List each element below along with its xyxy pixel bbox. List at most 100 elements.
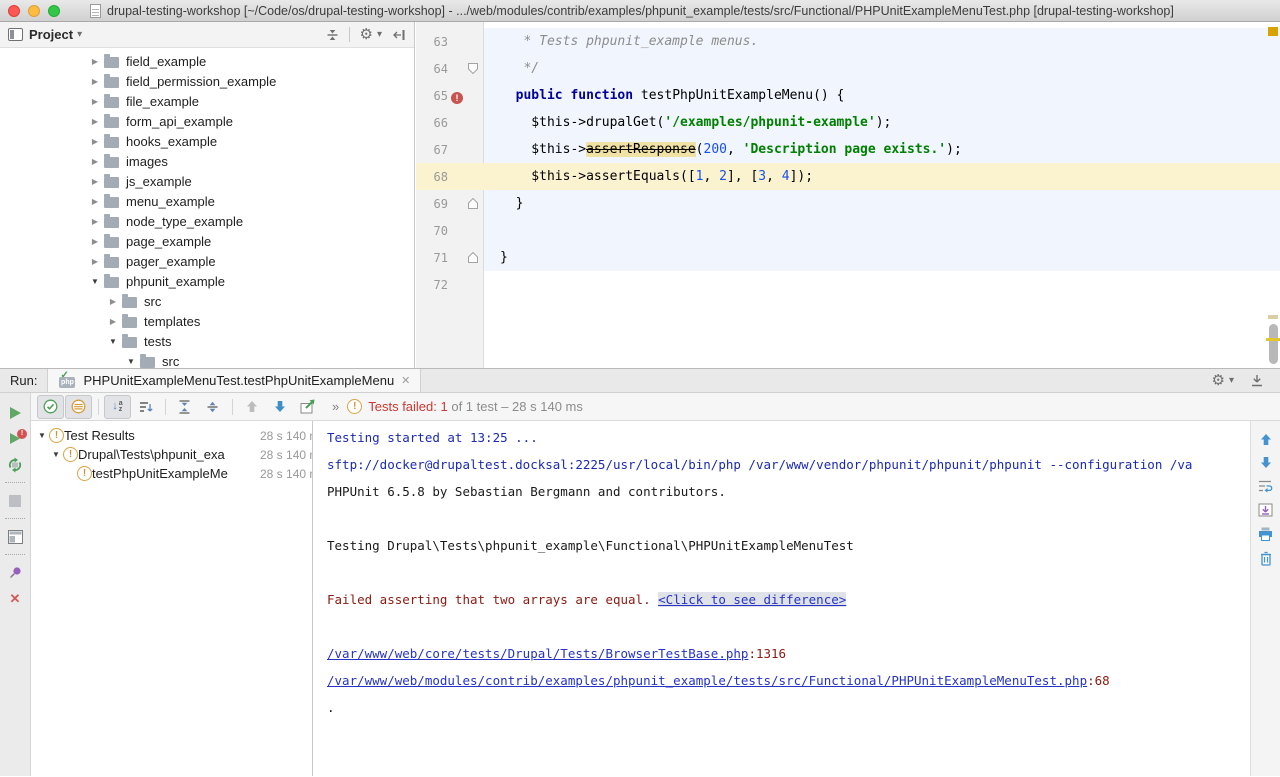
- editor-line[interactable]: 69 }: [416, 190, 1280, 217]
- close-window-button[interactable]: [8, 5, 20, 17]
- project-tree-item[interactable]: ▶node_type_example: [0, 211, 414, 231]
- chevron-down-icon[interactable]: ▼: [124, 357, 138, 366]
- scroll-up-icon[interactable]: [1259, 433, 1273, 446]
- chevron-right-icon[interactable]: ▶: [88, 257, 102, 266]
- project-tree-item[interactable]: ▶field_permission_example: [0, 71, 414, 91]
- project-tree-item[interactable]: ▼src: [0, 351, 414, 368]
- error-stripe-marker[interactable]: [1268, 315, 1278, 319]
- scrollbar-thumb[interactable]: [1269, 324, 1278, 364]
- project-tree-item[interactable]: ▼phpunit_example: [0, 271, 414, 291]
- editor-line[interactable]: 68 $this->assertEquals([1, 2], [3, 4]);: [416, 163, 1280, 190]
- editor-line[interactable]: 63 * Tests phpunit_example menus.: [416, 28, 1280, 55]
- chevron-right-icon[interactable]: ▶: [88, 97, 102, 106]
- see-difference-link[interactable]: <Click to see difference>: [658, 592, 846, 607]
- chevron-right-icon[interactable]: ▶: [88, 177, 102, 186]
- stop-button[interactable]: [4, 490, 26, 511]
- run-tab[interactable]: ✓ php PHPUnitExampleMenuTest.testPhpUnit…: [47, 369, 421, 392]
- editor-line[interactable]: 71}: [416, 244, 1280, 271]
- scroll-to-end-icon[interactable]: [1258, 503, 1273, 517]
- scroll-down-icon[interactable]: [1259, 456, 1273, 469]
- test-tree-label: testPhpUnitExampleMe: [92, 466, 228, 481]
- run-tab-label: PHPUnitExampleMenuTest.testPhpUnitExampl…: [83, 373, 394, 388]
- project-tree-item[interactable]: ▼tests: [0, 331, 414, 351]
- pin-tab-button[interactable]: [4, 562, 26, 583]
- error-stripe-warning-marker[interactable]: [1268, 27, 1278, 36]
- close-tab-icon[interactable]: ✕: [401, 374, 410, 387]
- chevron-right-icon[interactable]: ▶: [88, 237, 102, 246]
- collapse-all-button[interactable]: [199, 395, 226, 419]
- settings-gear-icon[interactable]: ⚙▾: [1212, 373, 1234, 388]
- chevron-down-icon[interactable]: ▾: [77, 29, 82, 40]
- rerun-failed-tests-button[interactable]: !: [4, 428, 26, 449]
- project-tree-item[interactable]: ▶src: [0, 291, 414, 311]
- chevron-right-icon[interactable]: ▶: [106, 297, 120, 306]
- test-tree-item[interactable]: ▼!Drupal\Tests\phpunit_exa28 s 140 ms: [31, 445, 312, 464]
- minimize-window-button[interactable]: [28, 5, 40, 17]
- console-text: :1316: [748, 646, 786, 661]
- collapse-all-icon[interactable]: [326, 28, 339, 42]
- editor-line[interactable]: 66 $this->drupalGet('/examples/phpunit-e…: [416, 109, 1280, 136]
- previous-failed-test-button[interactable]: [238, 395, 265, 419]
- toggle-auto-test-button[interactable]: [4, 454, 26, 475]
- chevron-right-icon[interactable]: ▶: [88, 157, 102, 166]
- editor-line[interactable]: 72: [416, 271, 1280, 298]
- restore-layout-button[interactable]: [4, 526, 26, 547]
- project-tree-item[interactable]: ▶form_api_example: [0, 111, 414, 131]
- soft-wrap-icon[interactable]: [1258, 479, 1273, 493]
- code-editor[interactable]: 63 * Tests phpunit_example menus.64 */65…: [416, 22, 1280, 368]
- settings-gear-icon[interactable]: ⚙▾: [360, 27, 382, 42]
- hide-panel-icon[interactable]: [392, 28, 406, 42]
- sort-alphabetically-button[interactable]: ↓ az: [104, 395, 131, 419]
- editor-line[interactable]: 67 $this->assertResponse(200, 'Descripti…: [416, 136, 1280, 163]
- test-tree-item[interactable]: !testPhpUnitExampleMe28 s 140 ms: [31, 464, 312, 483]
- chevron-right-icon[interactable]: ▶: [106, 317, 120, 326]
- project-tree-item[interactable]: ▶images: [0, 151, 414, 171]
- project-tree-item[interactable]: ▶field_example: [0, 51, 414, 71]
- editor-scrollbar[interactable]: [1266, 22, 1280, 368]
- expand-all-button[interactable]: [171, 395, 198, 419]
- zoom-window-button[interactable]: [48, 5, 60, 17]
- project-tree-item[interactable]: ▶page_example: [0, 231, 414, 251]
- project-tree-item[interactable]: ▶hooks_example: [0, 131, 414, 151]
- more-actions-icon[interactable]: »: [332, 399, 339, 414]
- print-icon[interactable]: [1258, 527, 1273, 541]
- console-output[interactable]: Testing started at 13:25 ...sftp://docke…: [313, 421, 1250, 776]
- project-tree-item[interactable]: ▶templates: [0, 311, 414, 331]
- test-tree-item[interactable]: ▼!Test Results28 s 140 ms: [31, 426, 312, 445]
- chevron-down-icon[interactable]: ▼: [49, 450, 63, 459]
- minimize-panel-icon[interactable]: [1250, 374, 1264, 388]
- next-failed-test-button[interactable]: [266, 395, 293, 419]
- chevron-right-icon[interactable]: ▶: [88, 137, 102, 146]
- show-ignored-button[interactable]: [65, 395, 92, 419]
- rerun-failed-test-icon[interactable]: !: [451, 92, 463, 104]
- console-file-link[interactable]: /var/www/web/modules/contrib/examples/ph…: [327, 673, 1087, 688]
- chevron-right-icon[interactable]: ▶: [88, 197, 102, 206]
- fold-marker-icon[interactable]: [468, 63, 478, 74]
- chevron-down-icon[interactable]: ▼: [35, 431, 49, 440]
- editor-line[interactable]: 64 */: [416, 55, 1280, 82]
- project-tree-item[interactable]: ▶file_example: [0, 91, 414, 111]
- close-panel-button[interactable]: ✕: [4, 588, 26, 609]
- rerun-button[interactable]: [4, 402, 26, 423]
- console-file-link[interactable]: /var/www/web/core/tests/Drupal/Tests/Bro…: [327, 646, 748, 661]
- chevron-right-icon[interactable]: ▶: [88, 217, 102, 226]
- fold-marker-icon[interactable]: [468, 252, 478, 263]
- fold-marker-icon[interactable]: [468, 198, 478, 209]
- chevron-right-icon[interactable]: ▶: [88, 77, 102, 86]
- chevron-right-icon[interactable]: ▶: [88, 57, 102, 66]
- chevron-right-icon[interactable]: ▶: [88, 117, 102, 126]
- phpunit-run-config-icon: ✓ php: [58, 373, 76, 388]
- project-tree-item[interactable]: ▶pager_example: [0, 251, 414, 271]
- chevron-down-icon[interactable]: ▼: [106, 337, 120, 346]
- clear-all-icon[interactable]: [1259, 551, 1273, 566]
- export-test-results-button[interactable]: [294, 395, 321, 419]
- project-tree-item[interactable]: ▶js_example: [0, 171, 414, 191]
- chevron-down-icon[interactable]: ▼: [88, 277, 102, 286]
- editor-line[interactable]: 65! public function testPhpUnitExampleMe…: [416, 82, 1280, 109]
- sort-by-duration-button[interactable]: [132, 395, 159, 419]
- project-tree-item[interactable]: ▶menu_example: [0, 191, 414, 211]
- title-bar[interactable]: drupal-testing-workshop [~/Code/os/drupa…: [0, 0, 1280, 22]
- project-panel-title[interactable]: Project: [29, 27, 73, 42]
- editor-line[interactable]: 70: [416, 217, 1280, 244]
- show-passed-button[interactable]: [37, 395, 64, 419]
